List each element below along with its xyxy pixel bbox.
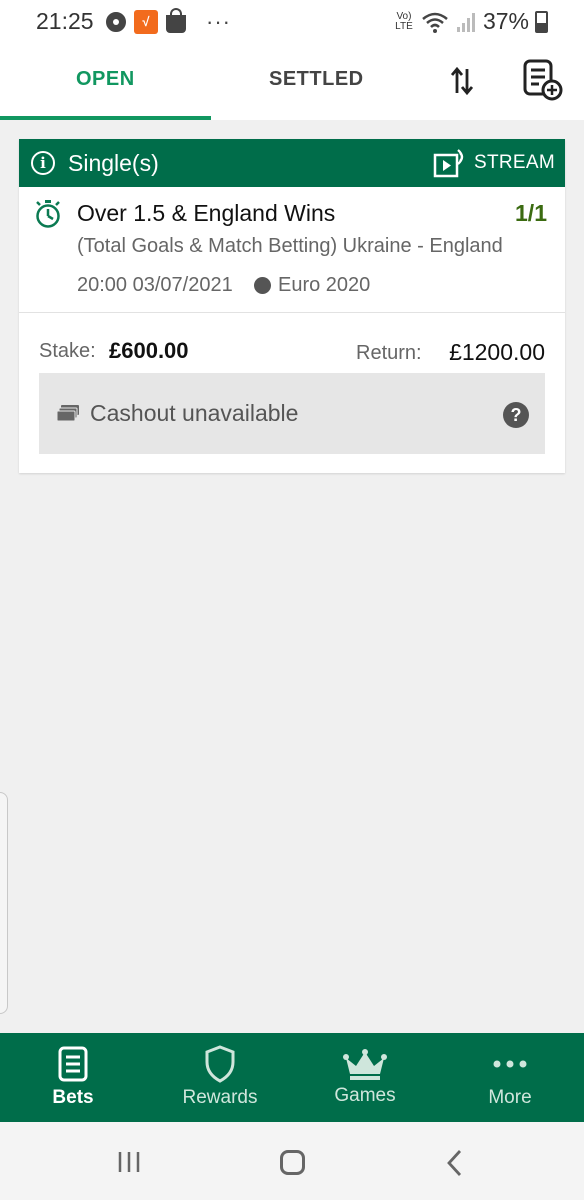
return-label: Return: xyxy=(356,342,422,364)
cashout-status: Cashout unavailable xyxy=(90,400,299,426)
nav-bets[interactable]: Bets xyxy=(33,1033,113,1122)
app-notification-icon: √ xyxy=(134,10,158,34)
volte-icon: Vo) LTE xyxy=(395,10,413,32)
system-status-icons: Vo) LTE 37% xyxy=(393,8,548,35)
bet-card-header: i Single(s) STREAM xyxy=(19,139,565,187)
status-bar: 21:25 √ ··· Vo) LTE 37% xyxy=(0,0,584,42)
nav-more[interactable]: More xyxy=(470,1033,550,1122)
more-notifications-icon: ··· xyxy=(206,9,231,34)
notification-icons: √ ··· xyxy=(106,8,231,34)
signal-icon xyxy=(456,12,475,32)
bets-icon xyxy=(58,1046,88,1082)
nav-games-label: Games xyxy=(334,1085,396,1106)
tab-settled[interactable]: SETTLED xyxy=(269,68,364,91)
nav-more-label: More xyxy=(488,1087,532,1108)
bet-odds: 1/1 xyxy=(515,200,547,226)
back-icon[interactable] xyxy=(445,1149,465,1177)
football-icon xyxy=(106,12,126,32)
betslip-add-icon[interactable] xyxy=(522,58,564,102)
tab-open[interactable]: OPEN xyxy=(76,68,135,91)
shield-icon xyxy=(205,1045,235,1083)
card-divider xyxy=(19,312,565,313)
stream-icon[interactable] xyxy=(433,149,467,179)
info-icon[interactable]: i xyxy=(31,151,55,175)
stake-value: £600.00 xyxy=(109,338,189,363)
recent-apps-icon[interactable] xyxy=(117,1151,141,1173)
nav-bets-label: Bets xyxy=(52,1087,94,1108)
bets-tab-header: OPEN SETTLED xyxy=(0,42,584,120)
stream-button[interactable]: STREAM xyxy=(474,152,555,174)
battery-percent: 37% xyxy=(482,8,529,34)
competition-name: Euro 2020 xyxy=(278,274,371,296)
wifi-icon xyxy=(422,12,448,33)
nav-games[interactable]: Games xyxy=(315,1033,415,1122)
edge-panel-handle[interactable] xyxy=(0,792,8,1014)
stake-label: Stake: xyxy=(39,340,96,362)
active-tab-indicator xyxy=(0,116,211,120)
bet-market: (Total Goals & Match Betting) Ukraine - … xyxy=(77,235,503,257)
cashout-panel: Cashout unavailable ? xyxy=(39,373,545,454)
home-icon[interactable] xyxy=(280,1150,305,1175)
crown-icon xyxy=(343,1049,387,1080)
nav-rewards-label: Rewards xyxy=(182,1087,258,1108)
bet-selection: Over 1.5 & England Wins xyxy=(77,200,336,226)
stopwatch-icon xyxy=(36,200,60,228)
shopping-bag-icon xyxy=(166,8,186,33)
bet-card[interactable]: i Single(s) STREAM Over 1.5 & England Wi… xyxy=(19,139,565,473)
separator-dot-icon xyxy=(254,277,271,294)
battery-icon xyxy=(535,10,548,33)
sort-icon[interactable] xyxy=(450,66,474,96)
more-dots-icon xyxy=(493,1060,527,1068)
help-icon[interactable]: ? xyxy=(503,402,529,428)
event-datetime: 20:00 03/07/2021 xyxy=(77,274,233,296)
cashout-money-icon xyxy=(56,405,79,422)
return-value: £1200.00 xyxy=(449,339,545,365)
nav-rewards[interactable]: Rewards xyxy=(170,1033,270,1122)
system-navigation-bar xyxy=(0,1122,584,1200)
bottom-navigation: Bets Rewards Games More xyxy=(0,1033,584,1122)
bet-type-label: Single(s) xyxy=(68,150,159,176)
status-time: 21:25 xyxy=(36,8,94,34)
